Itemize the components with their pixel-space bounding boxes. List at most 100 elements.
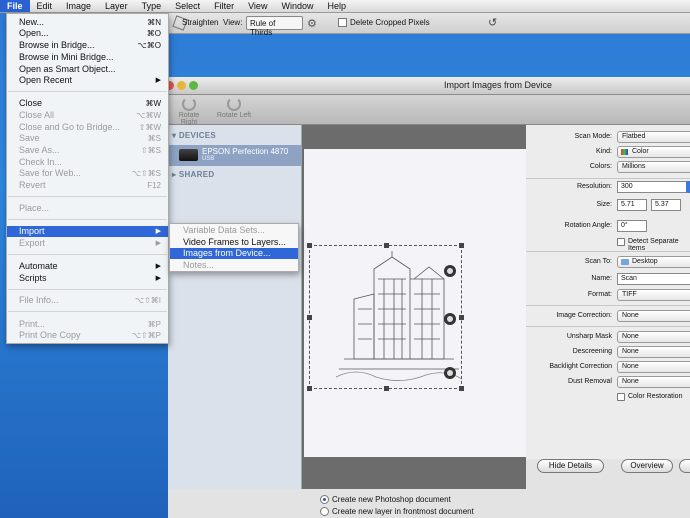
- unsharp-mask-label: Unsharp Mask: [566, 333, 612, 340]
- submenu-item-notes[interactable]: Notes...: [170, 260, 298, 271]
- menu-item-browse-mini-bridge[interactable]: Browse in Mini Bridge...: [7, 52, 168, 63]
- menu-image[interactable]: Image: [59, 0, 98, 12]
- colors-select[interactable]: Millions: [617, 161, 690, 173]
- rotate-right-button[interactable]: Rotate Right: [170, 97, 208, 126]
- crop-handle[interactable]: [307, 386, 312, 391]
- menu-item-open-recent[interactable]: Open Recent ▶: [7, 75, 168, 86]
- name-label: Name:: [591, 275, 612, 282]
- submenu-item-images-from-device[interactable]: Images from Device...: [170, 248, 298, 259]
- device-item-epson[interactable]: EPSON Perfection 4870 USB: [168, 145, 301, 166]
- menu-filter[interactable]: Filter: [207, 0, 241, 12]
- file-menu: New... ⌘N Open... ⌘O Browse in Bridge... ⌥⌘…: [6, 13, 169, 344]
- submenu-item-video-frames[interactable]: Video Frames to Layers...: [170, 237, 298, 248]
- rotation-field[interactable]: 0°: [617, 220, 647, 232]
- image-correction-select[interactable]: None: [617, 310, 690, 322]
- crop-handle[interactable]: [384, 243, 389, 248]
- shared-header[interactable]: ▸ SHARED: [172, 170, 214, 179]
- gear-icon[interactable]: ⚙: [307, 17, 317, 30]
- descreening-select[interactable]: None: [617, 346, 690, 358]
- submenu-arrow-icon: ▶: [155, 77, 161, 84]
- crop-handle[interactable]: [459, 243, 464, 248]
- resolution-field[interactable]: 300: [617, 181, 687, 193]
- unsharp-mask-select[interactable]: None: [617, 331, 690, 343]
- straighten-label[interactable]: Straighten: [182, 18, 218, 27]
- menu-item-open[interactable]: Open... ⌘O: [7, 28, 168, 39]
- menu-type[interactable]: Type: [135, 0, 169, 12]
- menu-edit[interactable]: Edit: [30, 0, 60, 12]
- menu-item-print-one-copy[interactable]: Print One Copy ⌥⇧⌘P: [7, 330, 168, 341]
- color-restoration-label: Color Restoration: [628, 393, 683, 400]
- menu-item-browse-bridge[interactable]: Browse in Bridge... ⌥⌘O: [7, 40, 168, 51]
- menu-layer[interactable]: Layer: [98, 0, 135, 12]
- resolution-stepper[interactable]: [686, 181, 690, 193]
- dust-removal-select[interactable]: None: [617, 376, 690, 388]
- crop-handle[interactable]: [307, 243, 312, 248]
- device-connection: USB: [202, 156, 215, 162]
- crop-selection[interactable]: [307, 243, 464, 391]
- detect-separate-checkbox[interactable]: [617, 238, 625, 246]
- scan-preview[interactable]: [302, 125, 527, 518]
- rotate-left-button[interactable]: Rotate Left: [215, 97, 253, 119]
- scanner-icon: [179, 149, 198, 161]
- color-restoration-checkbox[interactable]: [617, 393, 625, 401]
- import-submenu: Variable Data Sets... Video Frames to La…: [169, 223, 299, 272]
- new-document-radio[interactable]: [320, 495, 329, 504]
- scan-settings-panel: Scan Mode: Flatbed Kind: Color Colors: M…: [526, 125, 690, 459]
- dialog-toolbar: Rotate Right Rotate Left: [168, 95, 690, 126]
- new-layer-label: Create new layer in frontmost document: [332, 507, 474, 516]
- new-layer-radio[interactable]: [320, 507, 329, 516]
- options-bar: Straighten View: Rule of Thirds ⚙ Delete…: [168, 13, 690, 37]
- menu-item-save[interactable]: Save ⌘S: [7, 133, 168, 144]
- hide-details-button[interactable]: Hide Details: [537, 459, 604, 473]
- menu-item-place[interactable]: Place...: [7, 203, 168, 214]
- menu-item-open-smart-object[interactable]: Open as Smart Object...: [7, 64, 168, 75]
- scan-mode-select[interactable]: Flatbed: [617, 131, 690, 143]
- menu-item-import[interactable]: Import ▶: [7, 226, 168, 237]
- scan-mode-label: Scan Mode:: [574, 133, 612, 140]
- detect-separate-label: Detect Separate Items: [628, 238, 679, 252]
- view-select[interactable]: Rule of Thirds: [246, 16, 303, 37]
- overview-button[interactable]: Overview: [621, 459, 673, 473]
- kind-select[interactable]: Color: [617, 146, 690, 158]
- menu-item-scripts[interactable]: Scripts ▶: [7, 273, 168, 284]
- name-field[interactable]: Scan: [617, 273, 690, 285]
- menu-separator: [8, 196, 167, 197]
- menu-item-close-all[interactable]: Close All ⌥⌘W: [7, 110, 168, 121]
- menu-item-file-info[interactable]: File Info... ⌥⇧⌘I: [7, 295, 168, 306]
- scan-button[interactable]: [679, 459, 690, 473]
- format-select[interactable]: TIFF: [617, 289, 690, 301]
- menu-item-revert[interactable]: Revert F12: [7, 180, 168, 191]
- menu-view[interactable]: View: [241, 0, 274, 12]
- menu-item-print[interactable]: Print... ⌘P: [7, 319, 168, 330]
- colors-label: Colors:: [589, 163, 612, 170]
- menu-separator: [8, 289, 167, 290]
- menu-item-new[interactable]: New... ⌘N: [7, 17, 168, 28]
- delete-cropped-checkbox[interactable]: [338, 18, 347, 27]
- color-swatch-icon: [621, 149, 628, 155]
- menu-file[interactable]: File: [0, 0, 30, 12]
- submenu-item-variable-data-sets[interactable]: Variable Data Sets...: [170, 225, 298, 236]
- menu-item-check-in[interactable]: Check In...: [7, 157, 168, 168]
- menu-item-close-go-bridge[interactable]: Close and Go to Bridge... ⇧⌘W: [7, 122, 168, 133]
- dust-removal-label: Dust Removal: [568, 378, 612, 385]
- import-options: Create new Photoshop document Create new…: [168, 489, 690, 518]
- size-width-field[interactable]: 5.71: [617, 199, 647, 211]
- size-height-field[interactable]: 5.37: [651, 199, 681, 211]
- menu-item-export[interactable]: Export ▶: [7, 238, 168, 249]
- backlight-select[interactable]: None: [617, 361, 690, 373]
- format-label: Format:: [587, 291, 612, 298]
- menu-item-close[interactable]: Close ⌘W: [7, 98, 168, 109]
- crop-handle[interactable]: [459, 386, 464, 391]
- menu-select[interactable]: Select: [168, 0, 207, 12]
- menu-item-automate[interactable]: Automate ▶: [7, 261, 168, 272]
- crop-handle[interactable]: [307, 315, 312, 320]
- crop-handle[interactable]: [384, 386, 389, 391]
- menu-help[interactable]: Help: [320, 0, 353, 12]
- scan-to-select[interactable]: Desktop: [617, 256, 690, 268]
- menu-item-save-for-web[interactable]: Save for Web... ⌥⇧⌘S: [7, 168, 168, 179]
- crop-handle[interactable]: [459, 315, 464, 320]
- menu-window[interactable]: Window: [274, 0, 320, 12]
- devices-header[interactable]: ▾ DEVICES: [172, 131, 216, 140]
- menu-item-save-as[interactable]: Save As... ⇧⌘S: [7, 145, 168, 156]
- reset-icon[interactable]: ↺: [488, 16, 497, 29]
